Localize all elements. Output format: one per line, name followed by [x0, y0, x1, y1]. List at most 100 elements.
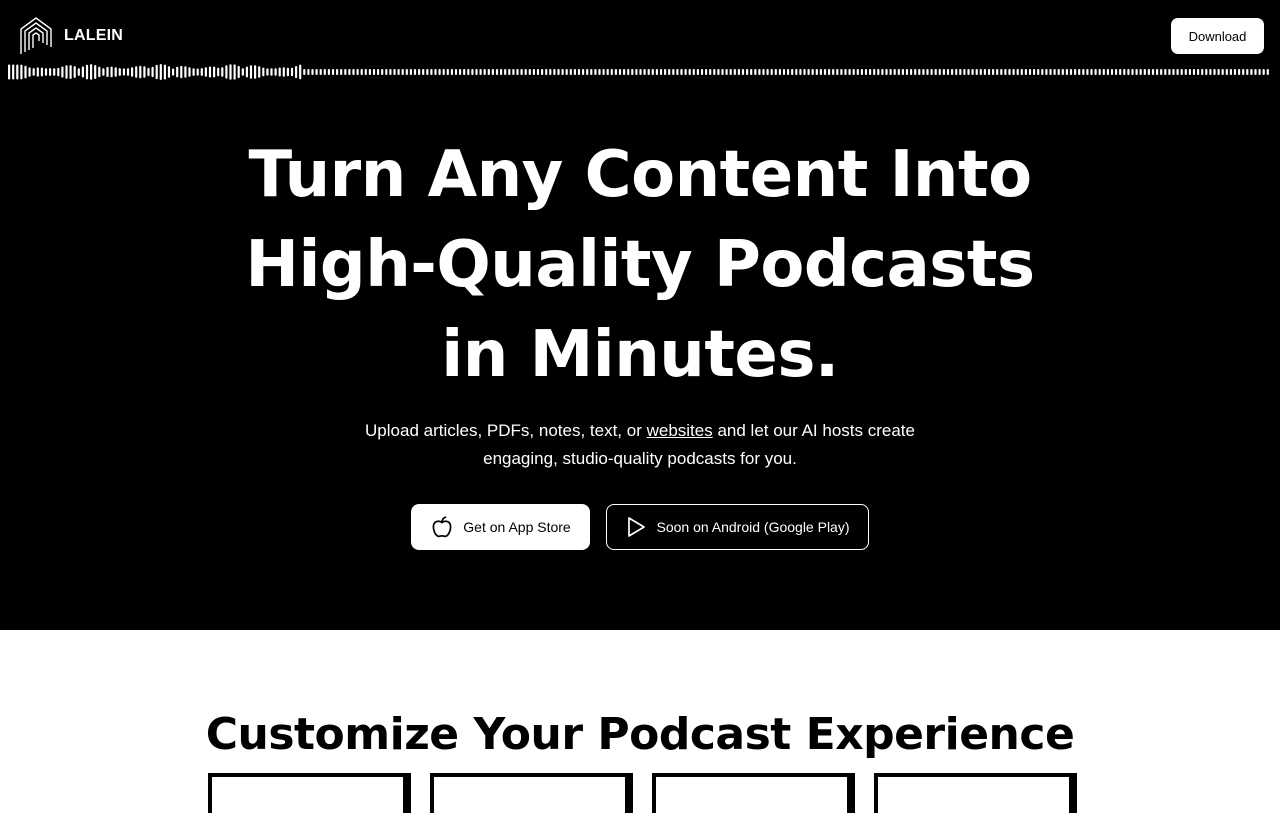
waveform-bar [73, 66, 76, 78]
waveform-bar [938, 69, 941, 75]
waveform-bar [295, 66, 298, 79]
waveform-bar [49, 68, 52, 76]
waveform-bar [1168, 69, 1171, 75]
waveform-bar [508, 69, 511, 75]
headline-line-3: in Minutes. [441, 318, 839, 392]
waveform-bar [286, 67, 289, 77]
waveform-bar [90, 64, 93, 80]
waveform-bar [651, 69, 654, 75]
waveform-bar [955, 69, 958, 75]
waveform-bar [766, 69, 769, 75]
waveform-bar [1041, 69, 1044, 75]
waveform-bar [664, 69, 667, 75]
waveform-bar [668, 69, 671, 75]
waveform-bar [1197, 69, 1200, 75]
waveform-bar [126, 68, 130, 76]
app-store-button[interactable]: Get on App Store [411, 504, 590, 550]
waveform-bar [737, 69, 740, 75]
waveform-bar [951, 69, 954, 75]
waveform-bar [688, 69, 691, 75]
waveform-bar [811, 69, 814, 75]
waveform-bar [81, 66, 84, 78]
google-play-button[interactable]: Soon on Android (Google Play) [606, 504, 869, 550]
download-button[interactable]: Download [1171, 18, 1264, 54]
waveform-bar [840, 69, 843, 75]
waveform-bar [491, 69, 494, 75]
waveform-bar [426, 69, 429, 75]
waveform-bar [1205, 69, 1208, 75]
waveform-bar [20, 64, 23, 80]
waveform-bar [290, 67, 294, 77]
waveform-bar [368, 69, 371, 75]
waveform-bar [1086, 69, 1089, 75]
waveform-bar [389, 69, 392, 75]
waveform-bar [139, 65, 142, 79]
waveform-bar [249, 65, 253, 79]
waveform-bar [910, 69, 913, 75]
waveform-bar [516, 69, 519, 75]
waveform-bar [479, 69, 482, 75]
waveform-bar [405, 69, 408, 75]
waveform-bar [856, 69, 859, 75]
headline-line-2: High-Quality Podcasts [245, 228, 1035, 302]
websites-link[interactable]: websites [647, 421, 713, 440]
waveform-bar [893, 69, 896, 75]
waveform-bar [647, 69, 650, 75]
waveform-bar [1176, 69, 1179, 75]
waveform-bar [504, 69, 507, 75]
waveform-bar [1033, 69, 1036, 75]
waveform-bar [1057, 69, 1060, 75]
waveform-bar [1008, 69, 1011, 75]
waveform-bar [1160, 69, 1163, 75]
features-title: Customize Your Podcast Experience [205, 709, 1075, 760]
waveform-bar [901, 69, 904, 75]
feature-card[interactable] [652, 773, 851, 813]
waveform-bar [787, 69, 790, 75]
feature-card[interactable] [874, 773, 1073, 813]
waveform-bar [848, 69, 851, 75]
waveform-bar [971, 69, 974, 75]
waveform-bar [992, 69, 995, 75]
waveform-bar [1139, 69, 1142, 75]
waveform-bar [32, 68, 35, 76]
waveform-bar [672, 69, 675, 75]
waveform-bar [377, 69, 380, 75]
waveform-bar [758, 69, 761, 75]
waveform-bar [639, 69, 642, 75]
waveform-bar [557, 69, 560, 75]
waveform-bar [1049, 69, 1052, 75]
waveform-bar [1102, 69, 1105, 75]
waveform-bar [602, 69, 605, 75]
waveform-bar [467, 69, 470, 75]
waveform-bar [1045, 69, 1048, 75]
waveform-bar [1069, 69, 1073, 75]
waveform-bar [69, 65, 72, 79]
waveform-bar [327, 69, 330, 75]
waveform-bar [237, 65, 240, 79]
waveform-bar [352, 69, 355, 75]
waveform-bar [1131, 69, 1134, 75]
brand-logo[interactable]: LALEIN [20, 17, 123, 55]
waveform-bar [791, 69, 794, 75]
waveform-bar [1143, 69, 1146, 75]
waveform-bar [1242, 69, 1245, 75]
waveform-bar [1020, 69, 1023, 75]
waveform-bar [934, 69, 937, 75]
feature-card[interactable] [430, 773, 629, 813]
waveform-bar [1119, 69, 1122, 75]
waveform-bar [1037, 69, 1040, 75]
waveform-bar [815, 69, 818, 75]
waveform-bar [1238, 69, 1241, 75]
waveform-bar [1053, 69, 1056, 75]
waveform-bar [586, 69, 589, 75]
feature-card[interactable] [208, 773, 407, 813]
waveform-bar [307, 69, 310, 75]
waveform-bar [696, 69, 699, 75]
waveform-bar [254, 65, 257, 79]
waveform-bar [442, 69, 445, 75]
waveform-bar [881, 69, 884, 75]
waveform-bar [12, 64, 15, 80]
waveform-bar [1225, 69, 1228, 75]
waveform-bar [16, 64, 19, 80]
waveform-bar [180, 65, 183, 79]
